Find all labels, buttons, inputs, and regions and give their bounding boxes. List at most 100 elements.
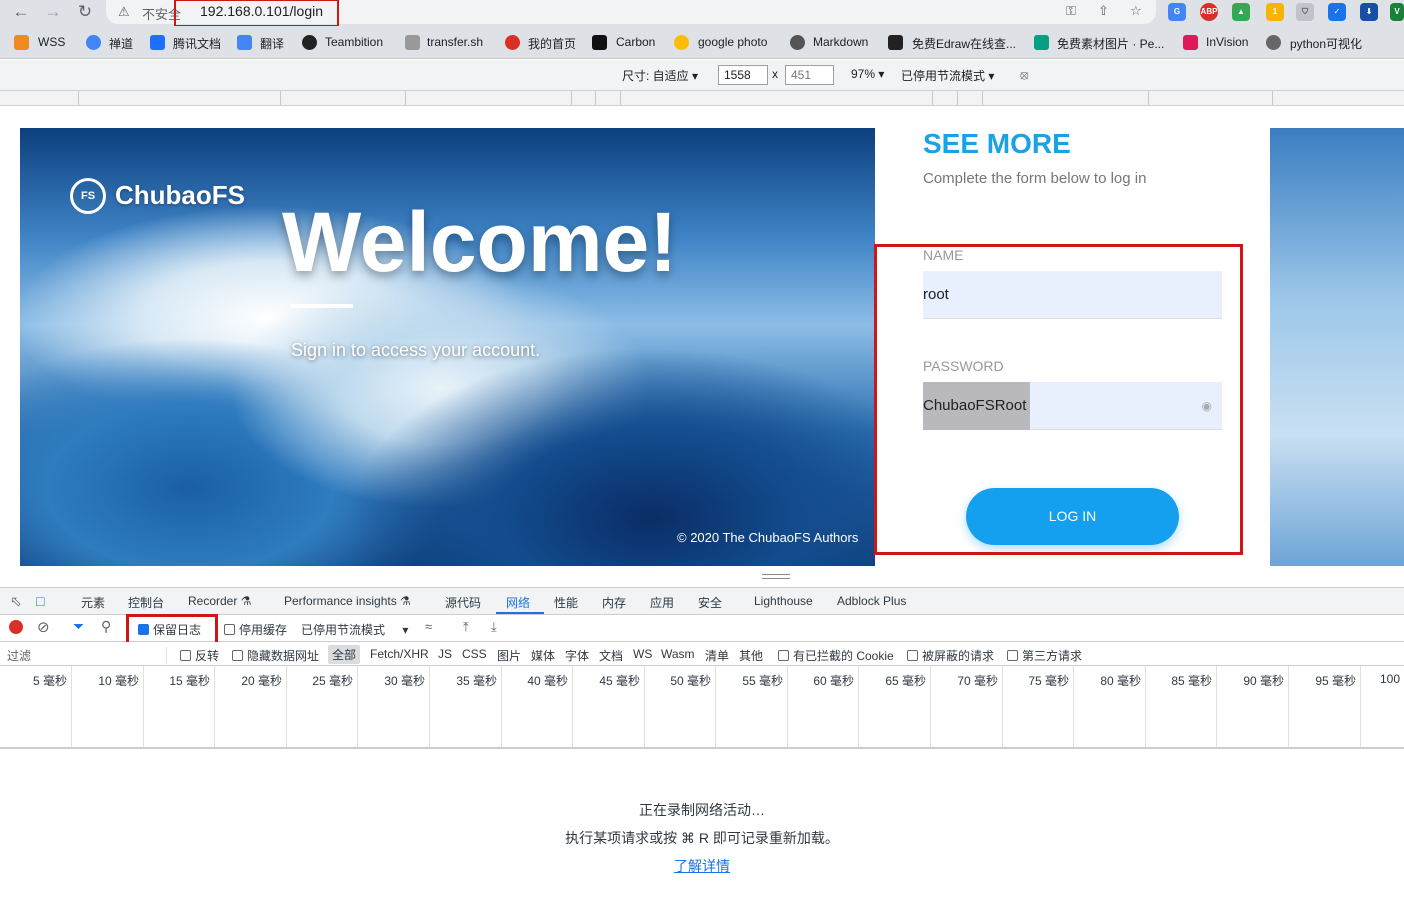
- tab-adblock-plus[interactable]: Adblock Plus: [837, 594, 906, 608]
- checkbox-icon[interactable]: [778, 650, 789, 661]
- bookmark-teambition[interactable]: Teambition: [325, 35, 383, 49]
- filter-images[interactable]: 图片: [497, 647, 521, 664]
- export-har-icon[interactable]: ⤓: [491, 619, 497, 635]
- filter-icon[interactable]: ⏷: [73, 618, 84, 635]
- invert-checkbox[interactable]: 反转: [180, 647, 219, 664]
- back-button[interactable]: ←: [6, 0, 36, 26]
- disable-cache-checkbox[interactable]: 停用缓存: [224, 621, 287, 638]
- filter-media[interactable]: 媒体: [531, 647, 555, 664]
- learn-more-link[interactable]: 了解详情: [674, 858, 730, 874]
- bookmark-edraw[interactable]: 免费Edraw在线查...: [912, 35, 1016, 52]
- forward-button[interactable]: →: [38, 0, 68, 26]
- filter-other[interactable]: 其他: [739, 647, 763, 664]
- download-extension-icon[interactable]: ⬇: [1360, 3, 1378, 21]
- network-throttle-dropdown[interactable]: 已停用节流模式 ▾: [301, 621, 408, 638]
- filter-all[interactable]: 全部: [328, 645, 361, 664]
- checkbox-icon[interactable]: [232, 650, 243, 661]
- chevron-down-icon: ▾: [402, 623, 409, 637]
- bookmark-tencent-docs[interactable]: 腾讯文档: [173, 35, 221, 52]
- filter-js[interactable]: JS: [438, 647, 452, 661]
- key-icon[interactable]: ⚿: [1066, 3, 1076, 19]
- import-har-icon[interactable]: ⤒: [463, 619, 469, 635]
- checkbox-icon[interactable]: [1007, 650, 1018, 661]
- badge-extension-icon[interactable]: 1: [1266, 3, 1284, 21]
- edraw-bookmark-icon: [888, 35, 903, 50]
- network-overview-timeline[interactable]: 5 毫秒 10 毫秒 15 毫秒 20 毫秒 25 毫秒 30 毫秒 35 毫秒…: [0, 666, 1404, 749]
- tab-memory[interactable]: 内存: [602, 594, 626, 611]
- filter-manifest[interactable]: 清单: [705, 647, 729, 664]
- devtools-resize-handle[interactable]: [0, 566, 1404, 588]
- filter-wasm[interactable]: Wasm: [661, 647, 695, 661]
- tab-performance[interactable]: 性能: [554, 594, 578, 611]
- device-toggle-icon[interactable]: □: [36, 593, 44, 609]
- throttle-dropdown[interactable]: 已停用节流模式 ▾: [901, 67, 994, 84]
- bookmark-invision[interactable]: InVision: [1206, 35, 1248, 49]
- filter-ws[interactable]: WS: [633, 647, 652, 661]
- bookmark-transfer[interactable]: transfer.sh: [427, 35, 483, 49]
- form-highlight-box: [874, 244, 1243, 555]
- network-conditions-icon[interactable]: ≈: [425, 619, 432, 634]
- bookmark-google-photo[interactable]: google photo: [698, 35, 767, 49]
- translate-extension-icon[interactable]: G: [1168, 3, 1186, 21]
- tab-sources[interactable]: 源代码: [445, 594, 481, 611]
- grip-icon[interactable]: [762, 574, 790, 579]
- bookmark-home[interactable]: 我的首页: [528, 35, 576, 52]
- hide-data-urls-label: 隐藏数据网址: [247, 649, 320, 663]
- adblock-extension-icon[interactable]: ABP: [1200, 3, 1218, 21]
- wss-bookmark-icon: [14, 35, 29, 50]
- tab-lighthouse[interactable]: Lighthouse: [754, 594, 813, 608]
- viewport-width-input[interactable]: 1558: [718, 65, 768, 85]
- copyright-text: © 2020 The ChubaoFS Authors: [677, 530, 859, 545]
- bookmark-zentao[interactable]: 禅道: [109, 35, 133, 52]
- blocked-requests-checkbox[interactable]: 被屏蔽的请求: [907, 647, 994, 664]
- filter-css[interactable]: CSS: [462, 647, 487, 661]
- checkbox-icon[interactable]: [224, 624, 235, 635]
- tab-security[interactable]: 安全: [698, 594, 722, 611]
- timeline-tick: 25 毫秒: [287, 666, 358, 747]
- tab-network[interactable]: 网络: [506, 594, 530, 611]
- viewport-height-input[interactable]: 451: [785, 65, 834, 85]
- timeline-tick: 95 毫秒: [1289, 666, 1361, 747]
- bookmark-python-viz[interactable]: python可视化: [1290, 35, 1362, 52]
- pexels-bookmark-icon: [1034, 35, 1049, 50]
- bookmark-carbon[interactable]: Carbon: [616, 35, 655, 49]
- tab-performance-insights[interactable]: Performance insights ⚗: [284, 594, 411, 608]
- zoom-dropdown[interactable]: 97% ▾: [851, 67, 884, 81]
- tab-recorder[interactable]: Recorder ⚗: [188, 594, 251, 608]
- filter-fetch-xhr[interactable]: Fetch/XHR: [370, 647, 429, 661]
- check-extension-icon[interactable]: ✓: [1328, 3, 1346, 21]
- bookmark-translate[interactable]: 翻译: [260, 35, 284, 52]
- omnibox[interactable]: ⚠ 不安全 192.168.0.101/login ⚿ ⇧ ☆: [106, 0, 1156, 27]
- warning-icon[interactable]: ⚠: [118, 4, 130, 20]
- clear-icon[interactable]: ⊘: [37, 618, 50, 636]
- recording-message: 正在录制网络活动…: [639, 802, 765, 818]
- filter-input[interactable]: 过滤: [7, 647, 167, 664]
- blocked-cookies-checkbox[interactable]: 有已拦截的 Cookie: [778, 647, 894, 664]
- checkbox-icon[interactable]: [907, 650, 918, 661]
- reload-button[interactable]: ↻: [70, 0, 100, 26]
- network-filter-bar: 过滤 反转 隐藏数据网址 全部 Fetch/XHR JS CSS 图片 媒体 字…: [0, 642, 1404, 666]
- url-text[interactable]: 192.168.0.101/login: [200, 3, 323, 19]
- shield-extension-icon[interactable]: ⛉: [1296, 3, 1314, 21]
- checkbox-icon[interactable]: [180, 650, 191, 661]
- preserve-log-highlight-box: [126, 614, 218, 645]
- bookmark-markdown[interactable]: Markdown: [813, 35, 868, 49]
- inspect-icon[interactable]: ⬁: [10, 593, 22, 610]
- filter-doc[interactable]: 文档: [599, 647, 623, 664]
- tab-elements[interactable]: 元素: [81, 594, 105, 611]
- hide-data-urls-checkbox[interactable]: 隐藏数据网址: [232, 647, 319, 664]
- record-icon[interactable]: [9, 620, 23, 634]
- filter-font[interactable]: 字体: [565, 647, 589, 664]
- dimensions-dropdown[interactable]: 尺寸: 自适应 ▾: [622, 67, 698, 84]
- rotate-icon[interactable]: ⦻: [1020, 67, 1029, 83]
- bookmark-wss[interactable]: WSS: [38, 35, 65, 49]
- drive-extension-icon[interactable]: ▲: [1232, 3, 1250, 21]
- bookmark-pexels[interactable]: 免费素材图片 · Pe...: [1057, 35, 1164, 52]
- share-icon[interactable]: ⇧: [1098, 3, 1109, 19]
- tab-console[interactable]: 控制台: [128, 594, 164, 611]
- star-icon[interactable]: ☆: [1130, 3, 1142, 19]
- tab-application[interactable]: 应用: [650, 594, 674, 611]
- vue-extension-icon[interactable]: V: [1390, 3, 1404, 21]
- third-party-checkbox[interactable]: 第三方请求: [1007, 647, 1082, 664]
- search-icon[interactable]: ⚲: [101, 618, 111, 635]
